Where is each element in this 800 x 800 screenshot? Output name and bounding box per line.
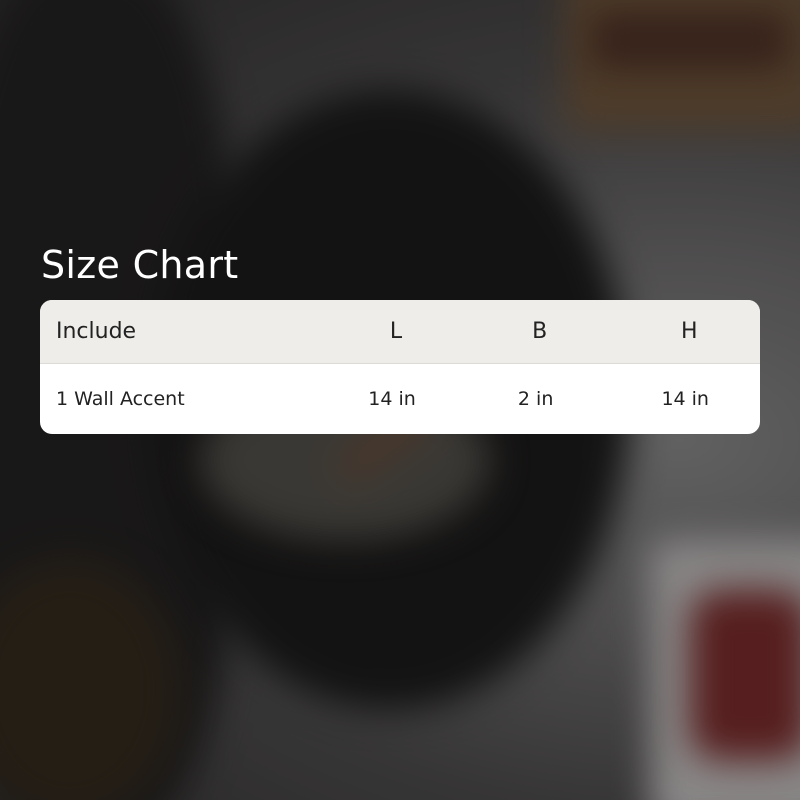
header-breadth: B (532, 319, 548, 344)
page-title: Size Chart (41, 243, 239, 287)
cell-height: 14 in (661, 388, 709, 410)
cell-breadth: 2 in (517, 388, 554, 410)
table-row: 1 Wall Accent 14 in 2 in 14 in (40, 364, 760, 434)
header-height: H (680, 319, 698, 344)
size-chart-table: Include L B H 1 Wall Accent 14 in 2 in 1… (40, 300, 760, 434)
header-length: L (389, 319, 403, 344)
table-header-row: Include L B H (40, 300, 760, 364)
cell-length: 14 in (368, 388, 416, 410)
header-include: Include (56, 319, 137, 344)
cell-include: 1 Wall Accent (56, 388, 185, 410)
